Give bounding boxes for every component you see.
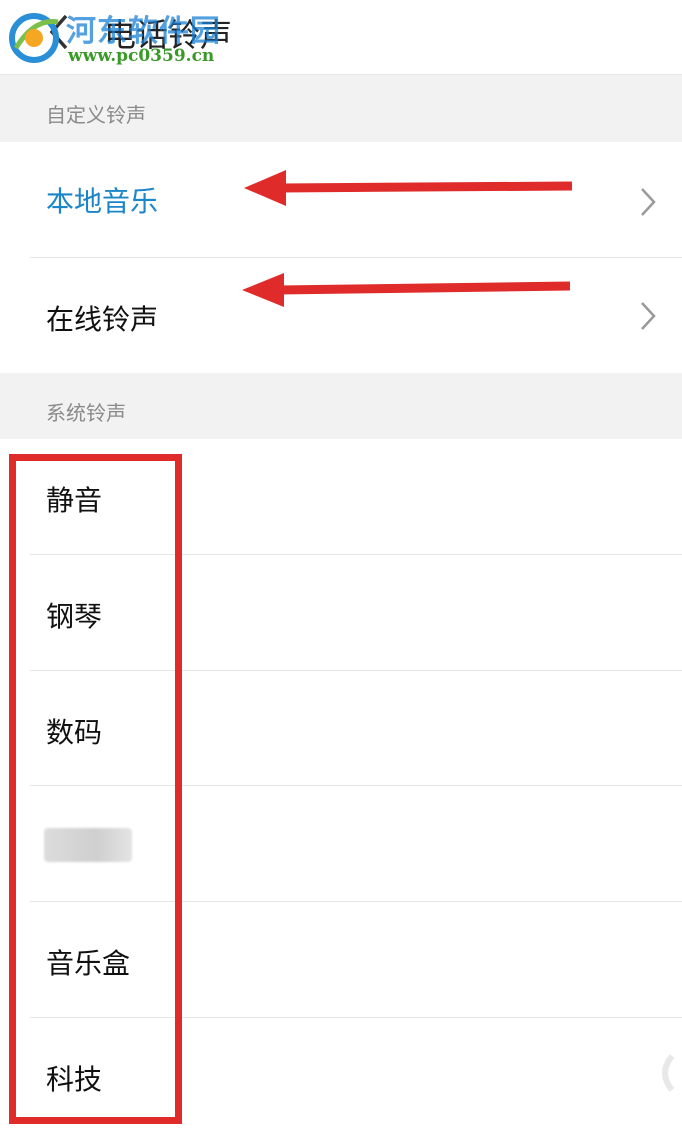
section-title-custom: 自定义铃声	[46, 103, 146, 127]
side-handle-icon	[662, 1054, 675, 1092]
list-item-label: 在线铃声	[46, 303, 159, 336]
section-title-system: 系统铃声	[46, 401, 126, 425]
annotation-arrow-local	[244, 170, 573, 206]
section-header-custom: 自定义铃声	[0, 75, 682, 142]
chevron-right-icon	[641, 302, 656, 330]
watermark-name: 河东软件园	[66, 14, 221, 49]
section-header-system: 系统铃声	[0, 373, 682, 439]
highlight-box	[9, 454, 182, 1124]
header-bar: 电话铃声 河东软件园 www.pc0359.cn	[0, 0, 682, 75]
chevron-right-icon	[641, 188, 656, 216]
logo-icon	[9, 13, 59, 63]
watermark-url: www.pc0359.cn	[68, 46, 215, 66]
annotation-arrow-online	[242, 273, 571, 307]
list-item-label: 本地音乐	[46, 185, 159, 218]
